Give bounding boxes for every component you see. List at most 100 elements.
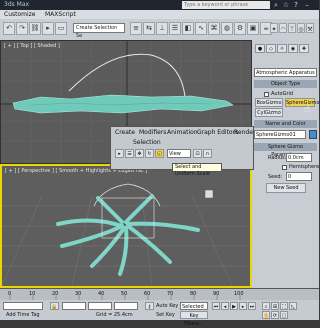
layers-icon[interactable]: ☰ [169,22,181,35]
lights-icon[interactable]: ☼ [277,44,287,53]
selection-set-field[interactable]: Create Selection Se [73,23,125,39]
y-coord-field[interactable] [88,302,112,310]
orbit-icon[interactable]: ⟳ [271,311,279,319]
hierarchy-tab-icon[interactable]: ⊤ [288,23,296,33]
name-color-header[interactable]: Name and Color [254,120,317,128]
star-icon[interactable]: ☆ [282,1,290,9]
geometry-icon[interactable]: ● [255,44,265,53]
create-tab-icon[interactable]: ✦ [270,23,278,33]
menu-customize[interactable]: Customize [4,11,36,18]
utilities-tab-icon[interactable]: ⚒ [306,23,314,33]
schematic-icon[interactable]: ⌘ [208,22,220,35]
x-coord-field[interactable] [62,302,86,310]
menu-maxscript[interactable]: MAXScript [45,11,76,18]
object-color-swatch[interactable] [309,130,317,139]
pan-icon[interactable]: ✋ [262,311,270,319]
seed-label: Seed: [268,174,283,180]
select-by-name-icon[interactable]: ☰ [125,149,134,158]
window-title: 3ds Max [4,1,30,8]
ribbon-selection-label: Selection [133,139,161,146]
search-input[interactable]: Type a keyword or phrase [182,1,270,9]
timeline-tick: 20 [52,291,59,297]
align-icon[interactable]: ⊥ [156,22,168,35]
object-name-field[interactable]: SphereGizmo01 [254,130,306,139]
auto-key-label[interactable]: Auto Key [156,303,178,309]
snap-icon[interactable]: ∩ [203,149,212,158]
reference-coord-dropdown[interactable]: View [167,149,191,158]
prev-frame-icon[interactable]: ◂ [221,302,229,310]
maximize-viewport-icon[interactable]: ▢ [280,311,288,319]
menu-bar: Customize MAXScript [0,10,319,19]
undo-icon[interactable]: ↶ [3,22,15,35]
ribbon-tab-graph-editors[interactable]: Graph Editors [197,129,238,136]
key-filters-button[interactable]: Key Filters... [180,311,208,327]
minimize-icon[interactable]: – [303,1,311,9]
material-editor-icon[interactable]: ◍ [221,22,233,35]
set-key-label[interactable]: Set Key [156,312,175,318]
select-icon[interactable]: ▸ [115,149,124,158]
curve-editor-icon[interactable]: ∿ [195,22,207,35]
timeline-tick: 0 [8,291,12,297]
radius-label: Radius: [268,155,287,161]
edit-named-sets-icon[interactable]: ≡ [130,22,142,35]
rotate-icon[interactable]: ↻ [145,149,154,158]
new-seed-button[interactable]: New Seed [266,183,306,193]
go-to-end-icon[interactable]: ⏭ [248,302,256,310]
timeline-tick: 30 [75,291,82,297]
modify-tab-icon[interactable]: ◠ [279,23,287,33]
maxscript-listener-field[interactable] [3,302,43,310]
next-frame-icon[interactable]: ▸ [239,302,247,310]
select-object-icon[interactable]: ▸ [42,22,54,35]
key-selection-dropdown[interactable]: Selected [180,302,208,310]
sphere-gizmo-params-header[interactable]: Sphere Gizmo Parameters [254,143,317,158]
timeline-tick: 10 [29,291,36,297]
field-of-view-icon[interactable]: ◺ [289,302,297,310]
hemisphere-checkbox[interactable] [282,165,287,170]
cameras-icon[interactable]: ◉ [288,44,298,53]
timeline-tick: 100 [234,291,244,297]
ribbon-tab-create[interactable]: Create [115,129,135,136]
link-icon[interactable]: ⛓ [29,22,41,35]
autogrid-checkbox[interactable] [264,92,269,97]
shapes-icon[interactable]: ◇ [266,44,276,53]
mirror-icon[interactable]: ⇆ [143,22,155,35]
z-coord-field[interactable] [114,302,138,310]
viewport-top-label[interactable]: [ + ] [ Top ] [ Shaded ] [4,43,60,49]
move-icon[interactable]: ✥ [135,149,144,158]
perspective-view-scene [2,183,250,286]
cylgizmo-button[interactable]: CylGizmo [255,108,283,117]
viewport-perspective[interactable]: [ + ] [ Perspective ] [ Smooth + Highlig… [0,164,252,288]
ribbon-tab-modifiers[interactable]: Modifiers [139,129,166,136]
spheregizmo-button[interactable]: SphereGizmo [285,98,319,107]
ribbon-tab-rendering[interactable]: Rende [234,129,253,136]
motion-tab-icon[interactable]: ◎ [297,23,305,33]
help-icon[interactable]: ? [292,1,300,9]
helpers-icon[interactable]: ✚ [299,44,309,53]
radius-field[interactable]: 0.0cm [286,153,312,162]
pivot-icon[interactable]: ⊡ [193,149,202,158]
render-setup-icon[interactable]: ⚙ [234,22,246,35]
select-region-icon[interactable]: ▭ [55,22,67,35]
redo-icon[interactable]: ↷ [16,22,28,35]
boxgizmo-button[interactable]: BoxGizmo [255,98,283,107]
lock-icon[interactable]: 🔒 [50,302,59,310]
object-type-header[interactable]: Object Type [254,80,317,88]
graphite-icon[interactable]: ◧ [182,22,194,35]
add-time-tag-label[interactable]: Add Time Tag [6,312,40,318]
zoom-extents-icon[interactable]: ⛶ [280,302,288,310]
go-to-start-icon[interactable]: ⏮ [212,302,220,310]
ribbon-tab-animation[interactable]: Animation [167,129,198,136]
scale-icon[interactable]: ◱ [155,149,164,158]
timeline-tick: 40 [98,291,105,297]
play-icon[interactable]: ▶ [230,302,238,310]
binoculars-icon[interactable]: ⌕ [272,1,280,9]
category-dropdown[interactable]: Atmospheric Apparatus [254,68,317,77]
cursor-hand-icon: ☝ [304,104,311,115]
zoom-icon[interactable]: ⌕ [262,302,270,310]
hemisphere-label: Hemisphere [289,164,320,170]
render-frame-icon[interactable]: ▣ [247,22,259,35]
zoom-all-icon[interactable]: ⊞ [271,302,279,310]
seed-field[interactable]: 0 [286,172,312,181]
key-icon[interactable]: ⚷ [145,302,154,310]
grid-size-label: Grid = 25.4cm [96,312,133,318]
